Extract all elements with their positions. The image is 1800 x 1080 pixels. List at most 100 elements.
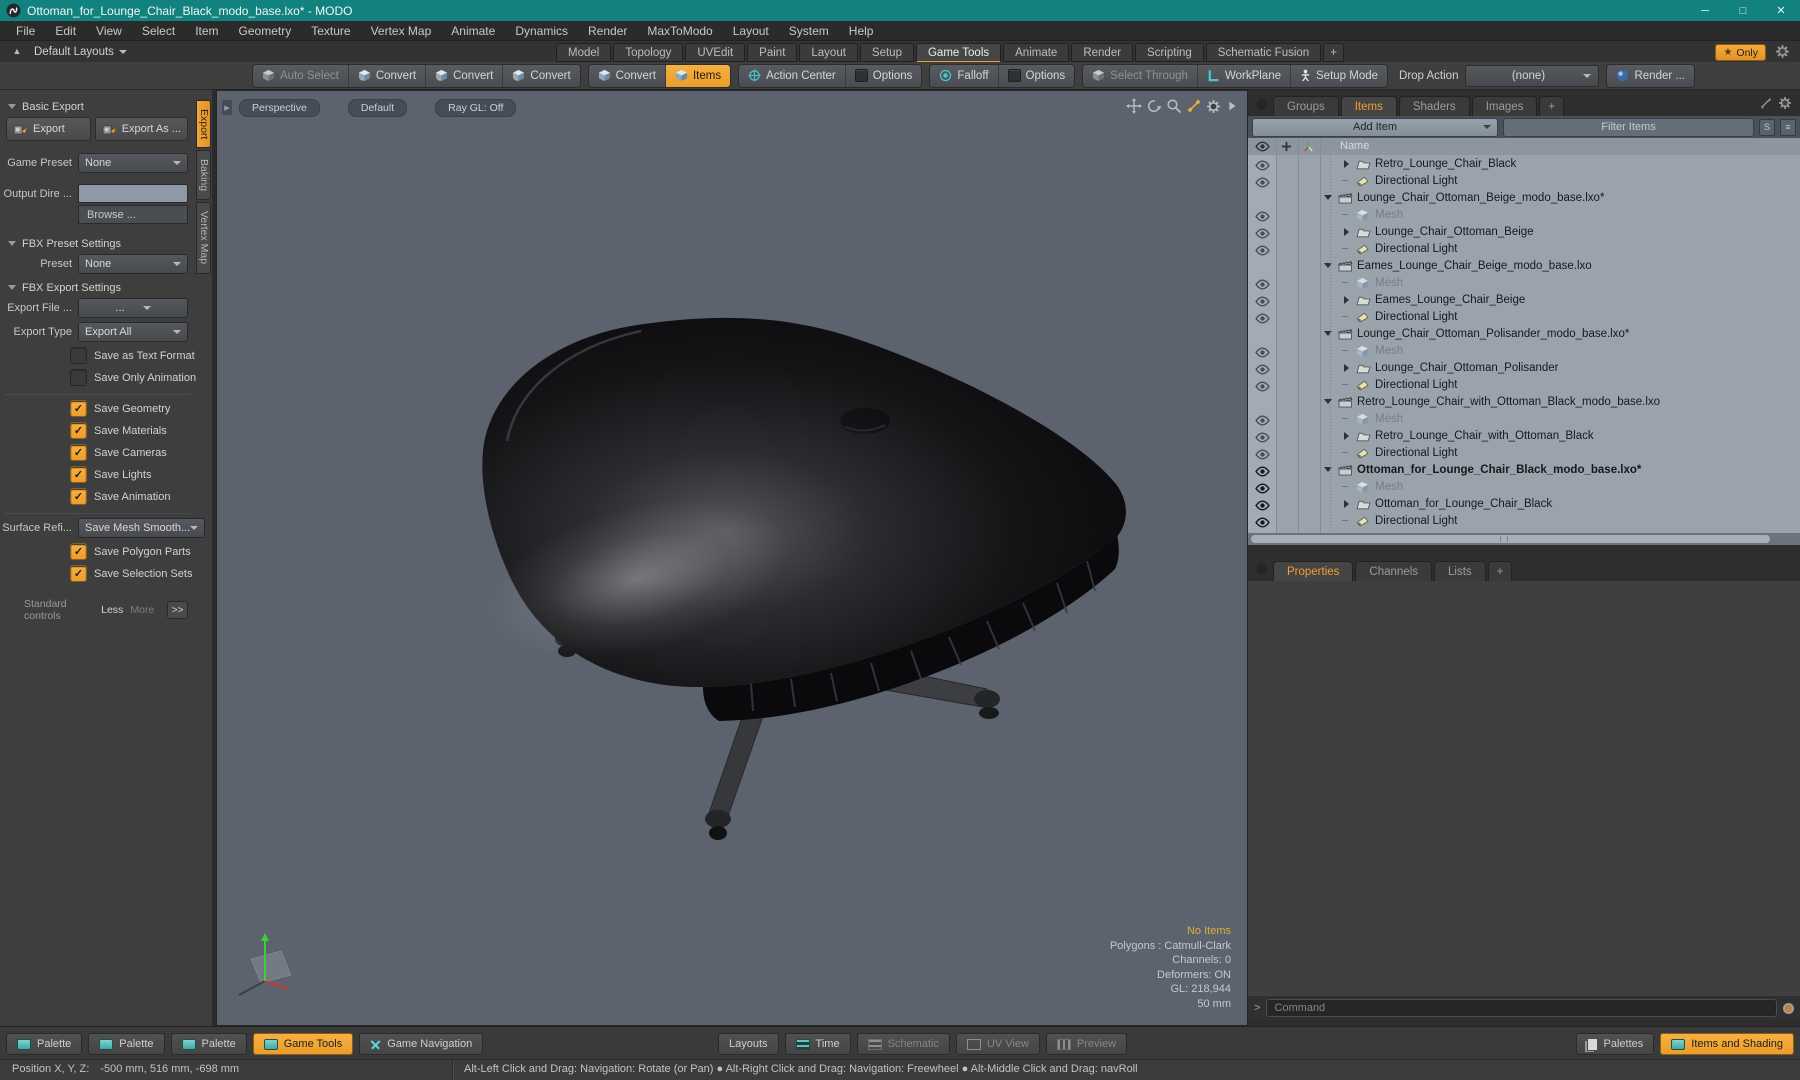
item-tree-row[interactable]: Directional Light xyxy=(1248,240,1800,257)
visibility-eye-icon[interactable] xyxy=(1255,430,1270,441)
visibility-eye-icon[interactable] xyxy=(1255,362,1270,373)
action-center-options-button[interactable]: Options xyxy=(845,64,922,87)
filter-menu-button[interactable]: ≡ xyxy=(1780,118,1796,136)
falloff-button[interactable]: Falloff xyxy=(930,64,999,87)
item-tree-row[interactable]: Lounge_Chair_Ottoman_Polisander xyxy=(1248,359,1800,376)
workspace-tab[interactable]: Game Tools xyxy=(915,43,1002,63)
item-tree-row[interactable]: Mesh xyxy=(1248,410,1800,427)
menu-item[interactable]: Edit xyxy=(45,21,86,41)
expand-caret-icon[interactable] xyxy=(1342,418,1354,419)
export-as-button[interactable]: Export As ... xyxy=(94,117,188,141)
checkbox-icon[interactable]: ✓ xyxy=(70,488,87,505)
bottom-bar-button[interactable]: UV View xyxy=(955,1033,1040,1055)
viewport-3d[interactable]: ▶ Perspective Default Ray GL: Off No Items… xyxy=(216,90,1248,1026)
add-item-button[interactable]: Add Item xyxy=(1252,117,1498,137)
command-prompt[interactable]: > xyxy=(1254,1002,1260,1014)
checkbox-row[interactable]: ✓ Save Selection Sets xyxy=(70,565,194,582)
panel-gear-icon[interactable] xyxy=(1778,96,1792,110)
workspace-tab[interactable]: Animate xyxy=(1003,43,1070,62)
expand-caret-icon[interactable] xyxy=(1324,463,1336,476)
browse-button[interactable]: Browse ... xyxy=(78,205,188,224)
filter-search-button[interactable]: S xyxy=(1759,118,1775,136)
visibility-eye-icon[interactable] xyxy=(1255,345,1270,356)
bottom-bar-button[interactable]: Preview xyxy=(1045,1033,1128,1055)
action-center-button[interactable]: Action Center xyxy=(739,64,846,87)
menu-item[interactable]: MaxToModo xyxy=(637,21,722,41)
visibility-eye-icon[interactable] xyxy=(1255,447,1270,458)
checkbox-icon[interactable]: ✓ xyxy=(70,400,87,417)
export-type-select[interactable]: Export All xyxy=(78,322,188,342)
export-file-select[interactable]: ... xyxy=(78,298,188,318)
item-tree-row[interactable]: Lounge_Chair_Ottoman_Polisander_modo_bas… xyxy=(1248,325,1800,342)
convert-button-4[interactable]: Convert xyxy=(588,64,666,87)
expand-caret-icon[interactable] xyxy=(1342,500,1354,508)
checkbox-icon[interactable]: ✓ xyxy=(70,422,87,439)
vertical-tab[interactable]: Export xyxy=(196,100,211,149)
render-button[interactable]: Render ... xyxy=(1607,64,1694,87)
collapse-panel-icon[interactable]: ▲ xyxy=(10,45,24,58)
expand-caret-icon[interactable] xyxy=(1342,364,1354,372)
minimize-button[interactable]: ─ xyxy=(1686,0,1724,21)
bottom-bar-button[interactable]: Palettes xyxy=(1575,1033,1655,1055)
bottom-bar-button[interactable]: Palette xyxy=(170,1033,247,1055)
visibility-eye-icon[interactable] xyxy=(1255,158,1270,169)
vertical-tab[interactable]: Baking xyxy=(196,150,211,201)
setup-mode-button[interactable]: Setup Mode xyxy=(1291,64,1388,87)
auto-select-button[interactable]: Auto Select xyxy=(253,64,349,87)
name-column-header[interactable]: Name xyxy=(1340,140,1369,152)
expand-caret-icon[interactable] xyxy=(1342,384,1354,385)
workspace-tab[interactable]: Render xyxy=(1071,43,1134,62)
checkbox-row[interactable]: ✓ Save Animation xyxy=(70,488,194,505)
checkbox-icon[interactable]: ✓ xyxy=(70,466,87,483)
items-panel-tab[interactable]: Items xyxy=(1340,96,1397,116)
item-tree-row[interactable]: Directional Light xyxy=(1248,376,1800,393)
convert-button-3[interactable]: Convert xyxy=(503,64,580,87)
items-mode-button[interactable]: Items xyxy=(665,64,731,87)
menu-item[interactable]: Dynamics xyxy=(505,21,578,41)
expand-caret-icon[interactable] xyxy=(1324,191,1336,204)
maximize-button[interactable]: □ xyxy=(1724,0,1762,21)
command-macro-icon[interactable] xyxy=(1783,1002,1794,1014)
checkbox-icon[interactable]: ✓ xyxy=(70,347,87,364)
bottom-bar-button[interactable]: Game Navigation xyxy=(359,1033,484,1055)
vertical-tab[interactable]: Vertex Map xyxy=(196,202,211,274)
item-list-hscrollbar[interactable] xyxy=(1248,533,1800,545)
viewport-mode-button[interactable]: Default xyxy=(347,99,408,117)
item-tree-row[interactable]: Eames_Lounge_Chair_Beige_modo_base.lxo xyxy=(1248,257,1800,274)
bottom-bar-button[interactable]: Time xyxy=(784,1033,851,1055)
bottom-bar-button[interactable]: Palette xyxy=(88,1033,165,1055)
item-tree-row[interactable]: Ottoman_for_Lounge_Chair_Black_modo_base… xyxy=(1248,461,1800,478)
item-tree-row[interactable]: Mesh xyxy=(1248,206,1800,223)
bottom-bar-button[interactable]: Layouts xyxy=(718,1033,779,1055)
viewport-gear-icon[interactable] xyxy=(1206,99,1221,114)
game-preset-select[interactable]: None xyxy=(78,153,188,173)
preset-select[interactable]: None xyxy=(78,254,188,274)
checkbox-row[interactable]: ✓ Save as Text Format xyxy=(70,347,195,364)
viewport-mode-button[interactable]: Perspective xyxy=(239,99,320,117)
pin-column-icon[interactable] xyxy=(1281,141,1292,152)
menu-item[interactable]: Geometry xyxy=(229,21,302,41)
expand-caret-icon[interactable] xyxy=(1342,282,1354,283)
expand-caret-icon[interactable] xyxy=(1324,327,1336,340)
default-layouts-switcher[interactable]: Default Layouts xyxy=(34,41,127,62)
viewport-mode-button[interactable]: Ray GL: Off xyxy=(435,99,517,117)
workspace-tab[interactable]: Setup xyxy=(859,43,914,62)
fbx-export-section-header[interactable]: FBX Export Settings xyxy=(8,281,188,294)
orbit-icon[interactable] xyxy=(1146,98,1162,114)
item-tree-row[interactable]: Retro_Lounge_Chair_Black xyxy=(1248,155,1800,172)
items-panel-tab[interactable]: Images xyxy=(1471,96,1538,116)
expand-caret-icon[interactable] xyxy=(1342,160,1354,168)
pan-icon[interactable] xyxy=(1126,98,1142,114)
expand-controls-button[interactable]: >> xyxy=(167,601,188,619)
axis-column-icon[interactable] xyxy=(1303,141,1314,152)
expand-caret-icon[interactable] xyxy=(1342,316,1354,317)
menu-item[interactable]: View xyxy=(86,21,132,41)
expand-caret-icon[interactable] xyxy=(1342,228,1354,236)
drop-action-select[interactable]: (none) xyxy=(1465,64,1600,87)
item-tree-row[interactable]: Eames_Lounge_Chair_Beige xyxy=(1248,291,1800,308)
expand-caret-icon[interactable] xyxy=(1342,180,1354,181)
properties-panel-tab[interactable]: Lists xyxy=(1434,561,1486,581)
workspace-tab[interactable]: UVEdit xyxy=(685,43,746,62)
menu-item[interactable]: Layout xyxy=(723,21,779,41)
checkbox-icon[interactable]: ✓ xyxy=(70,565,87,582)
